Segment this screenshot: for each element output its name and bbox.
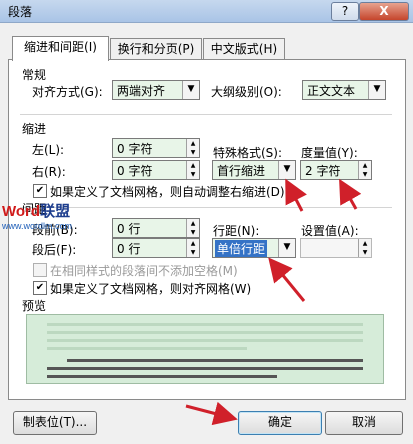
separator — [20, 207, 392, 208]
preview-heading: 预览 — [22, 299, 47, 313]
setting-value-stepper[interactable]: ▲ ▼ — [300, 238, 372, 258]
preview-line — [47, 375, 277, 378]
left-indent-value: 0 字符 — [117, 142, 153, 156]
ok-button[interactable]: 确定 — [238, 411, 322, 435]
line-spacing-label: 行距(N): — [213, 224, 260, 238]
watermark-url: www.wordlm.com — [2, 221, 73, 231]
preview-line — [47, 331, 363, 334]
preview-line — [67, 359, 363, 362]
preview-line — [47, 339, 363, 342]
chevron-down-icon[interactable]: ▼ — [368, 81, 385, 99]
tab-stops-button[interactable]: 制表位(T)... — [13, 411, 97, 435]
special-format-select[interactable]: 首行缩进 ▼ — [212, 160, 296, 180]
spin-arrows-icon[interactable]: ▲ ▼ — [186, 139, 199, 157]
line-spacing-select[interactable]: 单倍行距 ▼ — [212, 238, 296, 258]
auto-adjust-label: 如果定义了文档网格，则自动调整右缩进(D) — [50, 185, 285, 199]
close-button[interactable]: X — [359, 2, 409, 21]
right-indent-label: 右(R): — [32, 165, 66, 179]
preview-line — [47, 323, 363, 326]
watermark-brand-a: Word — [2, 203, 41, 220]
alignment-label: 对齐方式(G): — [32, 85, 103, 99]
space-before-value: 0 行 — [117, 222, 141, 236]
preview-line — [47, 367, 363, 370]
preview-line — [47, 347, 247, 350]
outline-level-value: 正文文本 — [307, 84, 356, 98]
dialog-title: 段落 — [8, 5, 33, 19]
space-after-stepper[interactable]: 0 行 ▲ ▼ — [112, 238, 200, 258]
special-format-label: 特殊格式(S): — [213, 146, 283, 160]
outline-level-label: 大纲级别(O): — [211, 85, 282, 99]
space-before-stepper[interactable]: 0 行 ▲ ▼ — [112, 218, 200, 238]
setting-value-label: 设置值(A): — [301, 224, 359, 238]
no-space-checkbox[interactable] — [33, 263, 47, 277]
preview-pane — [26, 314, 384, 384]
chevron-down-icon[interactable]: ▼ — [278, 161, 295, 179]
tab-asian-typography[interactable]: 中文版式(H) — [203, 38, 285, 60]
left-indent-stepper[interactable]: 0 字符 ▲ ▼ — [112, 138, 200, 158]
snap-grid-checkbox[interactable]: ✔ — [33, 281, 47, 295]
alignment-value: 两端对齐 — [117, 84, 166, 98]
special-format-value: 首行缩进 — [217, 164, 266, 178]
tab-indent-spacing[interactable]: 缩进和间距(I) — [12, 36, 109, 61]
spin-arrows-icon[interactable]: ▲ ▼ — [186, 239, 199, 257]
snap-grid-label: 如果定义了文档网格，则对齐网格(W) — [50, 282, 252, 296]
watermark-logo: Word联盟 www.wordlm.com — [2, 204, 72, 231]
line-spacing-value: 单倍行距 — [215, 240, 268, 257]
space-after-label: 段后(F): — [32, 243, 77, 257]
tab-line-page-breaks[interactable]: 换行和分页(P) — [110, 38, 202, 60]
help-button[interactable]: ? — [331, 2, 359, 21]
separator — [20, 114, 392, 115]
right-indent-value: 0 字符 — [117, 164, 153, 178]
spin-arrows-icon[interactable]: ▲ ▼ — [358, 239, 371, 257]
chevron-down-icon[interactable]: ▼ — [278, 239, 295, 257]
amount-stepper[interactable]: 2 字符 ▲ ▼ — [300, 160, 372, 180]
auto-adjust-checkbox[interactable]: ✔ — [33, 184, 47, 198]
amount-value: 2 字符 — [305, 164, 341, 178]
indent-heading: 缩进 — [22, 122, 47, 136]
amount-label: 度量值(Y): — [301, 146, 358, 160]
right-indent-stepper[interactable]: 0 字符 ▲ ▼ — [112, 160, 200, 180]
spin-arrows-icon[interactable]: ▲ ▼ — [358, 161, 371, 179]
space-after-value: 0 行 — [117, 242, 141, 256]
general-heading: 常规 — [22, 68, 47, 82]
spin-arrows-icon[interactable]: ▲ ▼ — [186, 219, 199, 237]
arrow-to-ok-button — [185, 401, 238, 426]
spin-arrows-icon[interactable]: ▲ ▼ — [186, 161, 199, 179]
alignment-select[interactable]: 两端对齐 ▼ — [112, 80, 200, 100]
chevron-down-icon[interactable]: ▼ — [182, 81, 199, 99]
title-bar: 段落 ? X — [0, 0, 413, 23]
outline-level-select[interactable]: 正文文本 ▼ — [302, 80, 386, 100]
no-space-label: 在相同样式的段落间不添加空格(M) — [50, 264, 238, 278]
left-indent-label: 左(L): — [32, 143, 65, 157]
cancel-button[interactable]: 取消 — [325, 411, 403, 435]
watermark-brand-b: 联盟 — [40, 202, 71, 220]
